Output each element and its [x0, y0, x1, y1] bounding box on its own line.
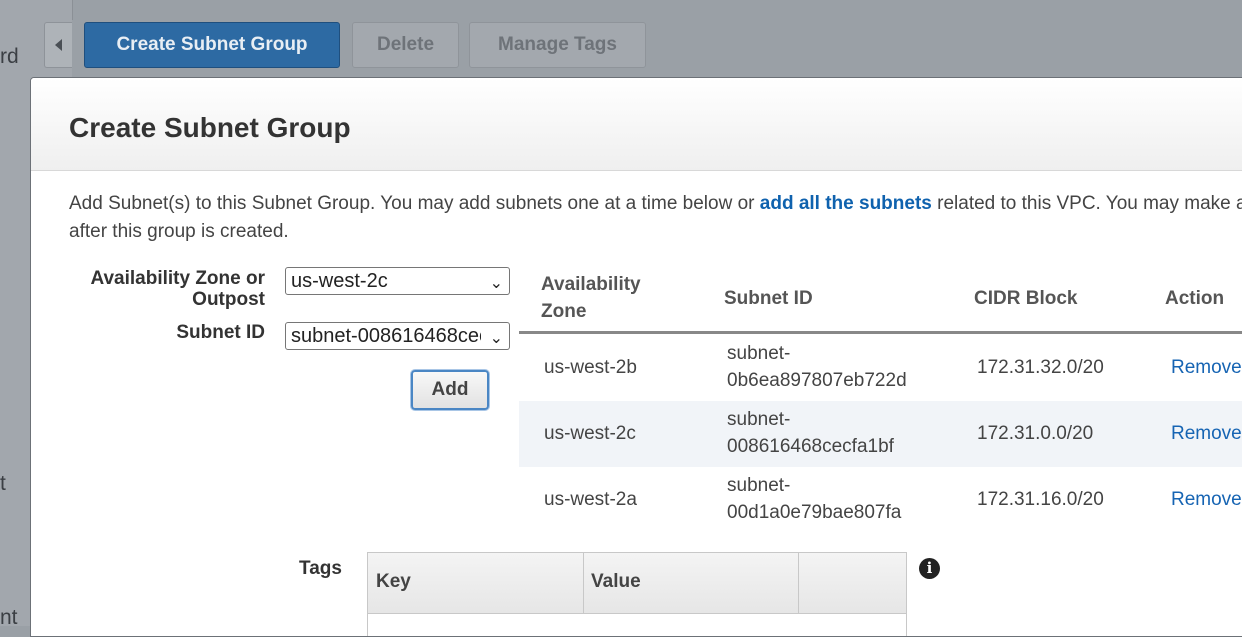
- sidebar-fragment-3: nt: [0, 606, 18, 629]
- subnet-id-label: Subnet ID: [176, 322, 265, 343]
- row-availability-zone: us-west-2a: [544, 489, 637, 510]
- tags-column-divider: [798, 553, 799, 613]
- subnet-id-line1: subnet-: [727, 343, 791, 364]
- subnet-select-value: subnet-008616468cecfa1bf: [291, 325, 481, 347]
- row-availability-zone: us-west-2c: [544, 423, 636, 444]
- subnet-id-line2: 00d1a0e79bae807fa: [727, 502, 902, 523]
- create-subnet-group-dialog: Create Subnet Group Add Subnet(s) to thi…: [30, 77, 1242, 637]
- chevron-left-icon: [55, 39, 62, 51]
- table-row: us-west-2a subnet- 00d1a0e79bae807fa 172…: [519, 467, 1242, 533]
- sidebar-collapse-toggle[interactable]: [44, 22, 72, 68]
- row-subnet-id: subnet- 008616468cecfa1bf: [727, 406, 894, 460]
- add-all-subnets-link[interactable]: add all the subnets: [760, 193, 932, 214]
- table-row: us-west-2b subnet- 0b6ea897807eb722d 172…: [519, 335, 1242, 401]
- intro-text-before: Add Subnet(s) to this Subnet Group. You …: [69, 193, 755, 214]
- az-header-line2: Zone: [541, 301, 587, 322]
- az-select-value: us-west-2c: [291, 270, 388, 292]
- availability-zone-select[interactable]: us-west-2c ⌄: [285, 267, 510, 295]
- tags-label: Tags: [299, 558, 342, 579]
- sidebar-fragment-2: t: [0, 472, 6, 495]
- tags-column-key: Key: [376, 571, 411, 592]
- az-header-line1: Availability: [541, 274, 641, 295]
- tags-column-divider: [583, 553, 584, 613]
- subnet-id-line1: subnet-: [727, 409, 791, 430]
- column-header-cidr-block: CIDR Block: [974, 288, 1078, 309]
- az-label-line2: Outpost: [192, 289, 265, 310]
- subnet-id-select[interactable]: subnet-008616468cecfa1bf ⌄: [285, 322, 510, 350]
- sidebar-fragment-dashboard: rd: [0, 45, 19, 68]
- column-header-action: Action: [1165, 288, 1225, 309]
- row-cidr-block: 172.31.32.0/20: [977, 357, 1104, 378]
- create-subnet-group-button[interactable]: Create Subnet Group: [84, 22, 340, 68]
- background-divider: [72, 0, 73, 20]
- add-subnet-button[interactable]: Add: [411, 370, 489, 410]
- dialog-intro: Add Subnet(s) to this Subnet Group. You …: [69, 190, 1242, 246]
- tags-column-value: Value: [591, 571, 641, 592]
- tags-table-header: Key Value: [368, 553, 906, 614]
- row-subnet-id: subnet- 0b6ea897807eb722d: [727, 340, 907, 394]
- subnet-id-line2: 0b6ea897807eb722d: [727, 370, 907, 391]
- subnet-id-line1: subnet-: [727, 475, 791, 496]
- chevron-down-icon: ⌄: [489, 275, 503, 292]
- remove-subnet-link[interactable]: Remove: [1171, 486, 1242, 513]
- tags-table: Key Value: [367, 552, 907, 636]
- az-label-line1: Availability Zone or: [90, 268, 265, 289]
- subnet-id-line2: 008616468cecfa1bf: [727, 436, 894, 457]
- delete-button[interactable]: Delete: [352, 22, 459, 68]
- dialog-header: Create Subnet Group: [31, 78, 1242, 171]
- row-cidr-block: 172.31.0.0/20: [977, 423, 1094, 444]
- table-header-divider: [519, 331, 1242, 334]
- row-subnet-id: subnet- 00d1a0e79bae807fa: [727, 472, 901, 526]
- manage-tags-button[interactable]: Manage Tags: [469, 22, 646, 68]
- column-header-availability-zone: Availability Zone: [541, 271, 641, 325]
- remove-subnet-link[interactable]: Remove: [1171, 420, 1242, 447]
- remove-subnet-link[interactable]: Remove: [1171, 354, 1242, 381]
- availability-zone-label: Availability Zone or Outpost: [69, 268, 265, 311]
- table-row: us-west-2c subnet- 008616468cecfa1bf 172…: [519, 401, 1242, 467]
- column-header-subnet-id: Subnet ID: [724, 288, 813, 309]
- row-cidr-block: 172.31.16.0/20: [977, 489, 1104, 510]
- chevron-down-icon: ⌄: [489, 330, 503, 347]
- dialog-title: Create Subnet Group: [69, 112, 351, 143]
- info-icon[interactable]: i: [919, 558, 940, 579]
- row-availability-zone: us-west-2b: [544, 357, 637, 378]
